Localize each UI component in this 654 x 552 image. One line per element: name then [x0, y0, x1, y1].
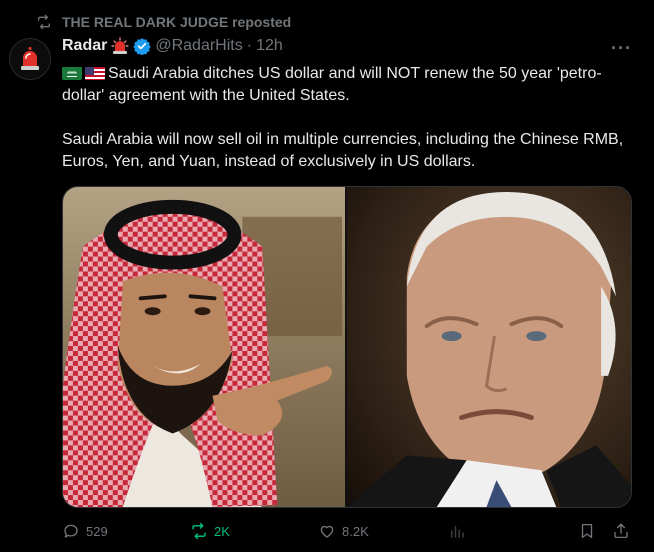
repost-icon	[38, 14, 50, 30]
avatar[interactable]	[9, 38, 51, 80]
repost-text: THE REAL DARK JUDGE reposted	[62, 14, 292, 30]
post-line-1: Saudi Arabia ditches US dollar and will …	[62, 63, 632, 107]
separator-dot: ·	[246, 37, 253, 54]
repost-icon	[192, 522, 206, 540]
more-options-button[interactable]: ···	[611, 38, 632, 59]
post-time[interactable]: 12h	[256, 37, 283, 55]
photo-right	[347, 187, 631, 507]
author-name[interactable]: Radar	[62, 37, 107, 55]
post-line-1-text: Saudi Arabia ditches US dollar and will …	[62, 65, 602, 104]
post-media[interactable]	[62, 186, 632, 508]
post-header: Radar @RadarHits · 12h	[62, 37, 283, 55]
share-icon	[614, 523, 628, 539]
bookmark-button[interactable]	[578, 522, 596, 540]
bookmark-icon	[581, 523, 593, 539]
us-flag-icon	[85, 66, 105, 80]
action-bar: 529 2K 8.2K	[62, 522, 636, 544]
post-text: Saudi Arabia ditches US dollar and will …	[62, 63, 632, 173]
like-button[interactable]: 8.2K	[318, 522, 369, 540]
verified-badge-icon	[133, 38, 152, 55]
repost-button[interactable]: 2K	[190, 522, 230, 540]
siren-emoji-icon	[111, 37, 129, 54]
views-button[interactable]	[448, 522, 472, 540]
reply-button[interactable]: 529	[62, 522, 108, 540]
heart-icon	[320, 525, 334, 538]
reply-icon	[64, 524, 78, 538]
author-handle[interactable]: @RadarHits	[155, 37, 242, 55]
post-line-2: Saudi Arabia will now sell oil in multip…	[62, 131, 624, 170]
views-icon	[451, 525, 464, 538]
repost-count: 2K	[214, 523, 230, 539]
share-button[interactable]	[612, 522, 630, 540]
repost-indicator[interactable]: THE REAL DARK JUDGE reposted	[36, 14, 291, 30]
siren-icon	[21, 47, 39, 70]
saudi-flag-icon	[62, 66, 82, 80]
photo-left	[63, 187, 345, 507]
like-count: 8.2K	[342, 523, 369, 539]
reply-count: 529	[86, 523, 108, 539]
